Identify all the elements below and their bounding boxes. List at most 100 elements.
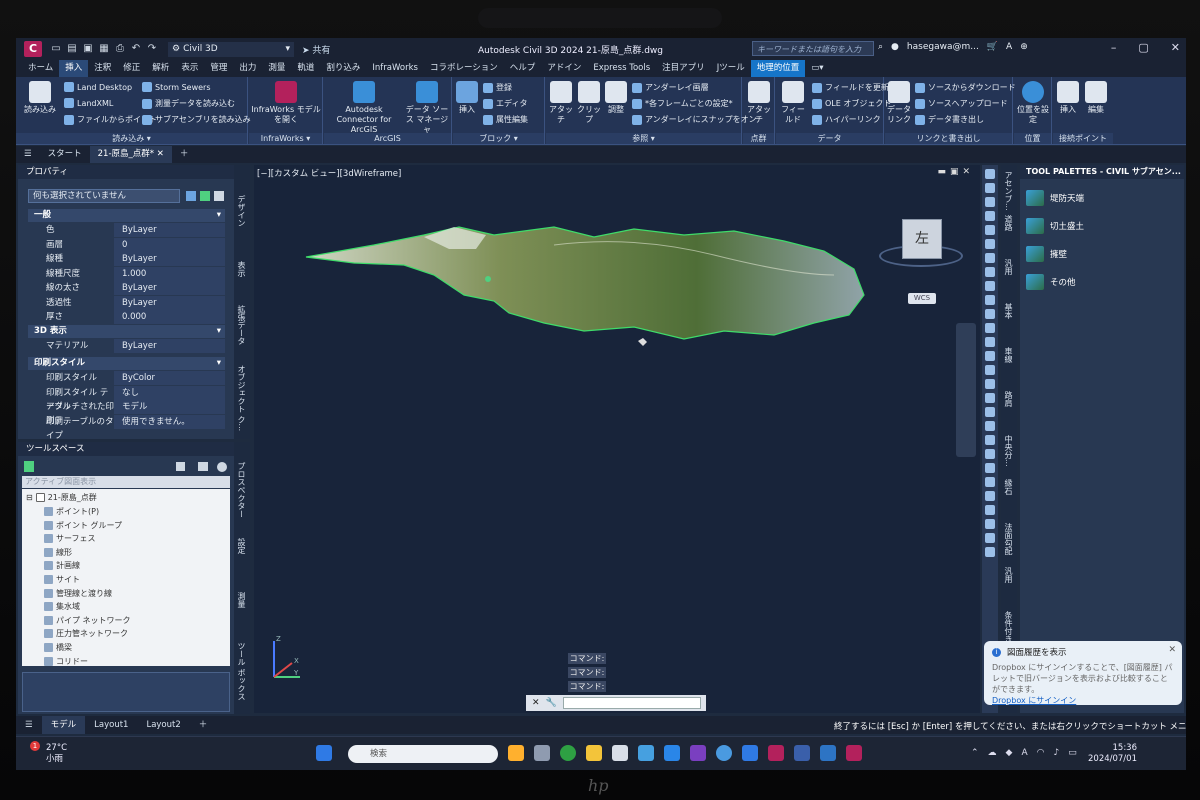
volume-icon[interactable]: ♪ xyxy=(1054,748,1060,758)
tool-icon[interactable] xyxy=(985,253,995,263)
side-tab-settings[interactable]: 設定 xyxy=(236,538,247,554)
tool-icon[interactable] xyxy=(985,351,995,361)
tree-item[interactable]: 集水域 xyxy=(44,601,80,612)
property-value[interactable]: 0.000 xyxy=(114,310,225,324)
plot-property-row[interactable]: 印刷スタイル テーブル なし xyxy=(28,385,225,412)
storm-sewers-button[interactable]: Storm Sewers xyxy=(142,82,211,92)
layout-menu-icon[interactable]: ☰ xyxy=(16,716,42,734)
ribbon-minimize-toggle[interactable]: ▭▾ xyxy=(805,60,829,77)
whiteboard-icon[interactable] xyxy=(638,745,654,761)
attach-button[interactable]: アタッチ xyxy=(548,81,574,125)
upload-to-source-button[interactable]: ソースへアップロード xyxy=(915,98,1008,109)
tool-icon[interactable] xyxy=(985,491,995,501)
tab-analyze[interactable]: 解析 xyxy=(146,60,175,77)
maximize-icon[interactable]: ▢ xyxy=(1138,41,1148,54)
tab-modify[interactable]: 修正 xyxy=(117,60,146,77)
onedrive-icon[interactable]: ☁ xyxy=(988,748,997,758)
user-icon[interactable]: ● xyxy=(891,42,899,52)
plot-property-row[interactable]: 印刷テーブルのタイプ 使用できません。 xyxy=(28,414,225,441)
frame-setting-dropdown[interactable]: *各フレームごとの設定* xyxy=(632,98,733,109)
tool-icon[interactable] xyxy=(985,365,995,375)
weather-widget[interactable]: 1 27°C 小雨 xyxy=(30,741,67,765)
panel-reference-title[interactable]: 参照 ▾ xyxy=(546,133,741,144)
field-button[interactable]: フィールド xyxy=(778,81,808,125)
tool-icon[interactable] xyxy=(985,393,995,403)
save-icon[interactable]: ▣ xyxy=(82,43,94,55)
plot-property-row[interactable]: アタッチされた印刷テ... モデル xyxy=(28,400,225,426)
panel-infraworks-title[interactable]: InfraWorks ▾ xyxy=(249,133,322,144)
undo-icon[interactable]: ↶ xyxy=(130,43,142,55)
import-survey-button[interactable]: 測量データを読み込む xyxy=(142,98,235,109)
tool-icon[interactable] xyxy=(985,225,995,235)
tool-icon[interactable] xyxy=(985,197,995,207)
import-subassembly-button[interactable]: サブアセンブリを読み込み xyxy=(142,114,251,125)
tree-root[interactable]: ⊟ 21-原島_点群 xyxy=(26,492,97,503)
property-value[interactable]: ByLayer xyxy=(114,281,225,295)
navigation-bar[interactable] xyxy=(956,323,976,457)
extract-data-button[interactable]: データ書き出し xyxy=(915,114,984,125)
wifi-icon[interactable]: ◠ xyxy=(1037,748,1045,758)
data-link-button[interactable]: データ リンク xyxy=(887,81,911,125)
tab-start[interactable]: スタート xyxy=(40,146,90,163)
battery-icon[interactable]: ▭ xyxy=(1068,748,1077,758)
tab-output[interactable]: 出力 xyxy=(233,60,262,77)
hyperlink-button[interactable]: ハイパーリンク xyxy=(812,114,881,125)
tab-rail[interactable]: 軌道 xyxy=(291,60,320,77)
new-icon[interactable]: ▭ xyxy=(50,43,62,55)
plot-icon[interactable]: ⎙ xyxy=(114,43,126,55)
file-menu-icon[interactable]: ☰ xyxy=(16,146,40,163)
side-tab-survey[interactable]: 測量 xyxy=(236,592,247,608)
tab-layout2[interactable]: Layout2 xyxy=(137,716,189,734)
tab-geolocation[interactable]: 地理的位置 xyxy=(750,60,806,77)
tool-icon[interactable] xyxy=(985,477,995,487)
attach-pointcloud-button[interactable]: アタッチ xyxy=(745,81,773,125)
mail-icon[interactable] xyxy=(664,745,680,761)
tool-icon[interactable] xyxy=(985,211,995,221)
tool-icon[interactable] xyxy=(985,421,995,431)
property-value[interactable]: ByLayer xyxy=(114,252,225,266)
collapse-box-icon[interactable]: ⊟ xyxy=(26,493,33,502)
tool-icon[interactable] xyxy=(985,337,995,347)
palette-tab[interactable]: 基本 xyxy=(1003,303,1014,319)
tab-home[interactable]: ホーム xyxy=(22,60,59,77)
tool-icon[interactable] xyxy=(985,449,995,459)
open-infraworks-model-button[interactable]: InfraWorks モデルを開く xyxy=(251,81,321,125)
palette-tab[interactable]: 道路 xyxy=(1003,215,1014,231)
dropbox-signin-link[interactable]: Dropbox にサインイン xyxy=(992,696,1076,705)
tree-item[interactable]: 圧力管ネットワーク xyxy=(44,628,128,639)
store-icon[interactable] xyxy=(612,745,628,761)
palette-tab[interactable]: アセンブ... xyxy=(1003,171,1014,211)
tool-icon[interactable] xyxy=(985,547,995,557)
ime-icon[interactable]: A xyxy=(1021,748,1027,758)
underlay-snap-toggle[interactable]: アンダーレイにスナップをオン xyxy=(632,114,757,125)
tool-icon[interactable] xyxy=(985,519,995,529)
revit-icon[interactable] xyxy=(794,745,810,761)
palette-tab[interactable]: 汎用 xyxy=(1003,259,1014,275)
tab-express-tools[interactable]: Express Tools xyxy=(587,60,656,77)
selection-dropdown[interactable]: 何も選択されていません xyxy=(28,189,180,203)
settings-icon[interactable] xyxy=(716,745,732,761)
close-icon[interactable]: ✕ xyxy=(1171,41,1180,54)
tool-icon[interactable] xyxy=(985,309,995,319)
palette-tab[interactable]: 車線 xyxy=(1003,347,1014,363)
general-property-row[interactable]: 画層 0 xyxy=(28,237,225,252)
tool-icon[interactable] xyxy=(985,533,995,543)
section-plot-style[interactable]: 印刷スタイル ▾ xyxy=(28,357,225,370)
civil3d-app-icon[interactable]: C xyxy=(24,41,42,57)
define-block-button[interactable]: 登録 xyxy=(483,82,512,93)
open-icon[interactable]: ▤ xyxy=(66,43,78,55)
wrench-icon[interactable]: 🔧 xyxy=(546,698,557,708)
tree-item[interactable]: ポイント(P) xyxy=(44,506,99,517)
clip-button[interactable]: クリップ xyxy=(576,81,602,125)
tab-interrupt[interactable]: 割り込み xyxy=(320,60,366,77)
add-layout-plus-icon[interactable]: ＋ xyxy=(190,716,217,734)
palette-tab[interactable]: 法面勾配 xyxy=(1003,523,1014,555)
palette-item-other[interactable]: その他 xyxy=(1026,274,1076,290)
palette-tab[interactable]: 縁石 xyxy=(1003,479,1014,495)
tab-model[interactable]: モデル xyxy=(41,716,86,734)
workspace-selector[interactable]: ⚙ Civil 3D ▾ xyxy=(168,41,294,57)
tree-item[interactable]: ポイント グループ xyxy=(44,520,122,531)
insert-block-button[interactable]: 挿入 xyxy=(455,81,479,115)
tree-item[interactable]: サーフェス xyxy=(44,533,96,544)
underlay-layers-button[interactable]: アンダーレイ画層 xyxy=(632,82,709,93)
